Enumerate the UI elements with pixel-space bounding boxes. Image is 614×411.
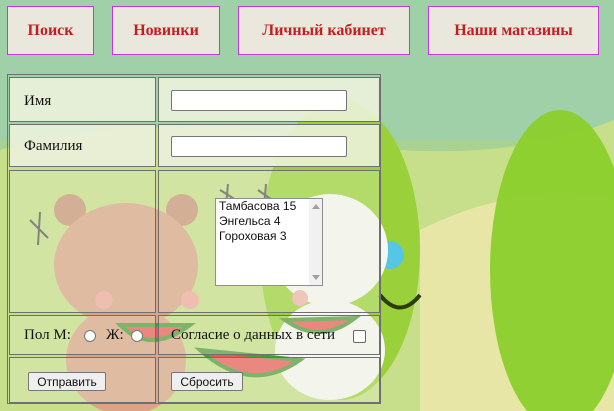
stores-cell: Тамбасова 15 Энгельса 4 Гороховая 3 <box>158 170 380 313</box>
gender-male-radio[interactable] <box>84 330 96 342</box>
stores-empty-cell <box>9 170 156 313</box>
listbox-scrollbar[interactable] <box>309 199 322 285</box>
gender-cell: Пол М: Ж: <box>9 315 156 355</box>
store-option[interactable]: Гороховая 3 <box>216 229 322 244</box>
store-option[interactable]: Тамбасова 15 <box>216 199 322 214</box>
submit-button[interactable]: Отправить <box>28 372 106 391</box>
consent-cell: Согласие о данных в сети <box>158 315 380 355</box>
name-input-cell <box>158 77 380 122</box>
submit-cell: Отправить <box>9 357 156 403</box>
gender-label: Пол М: <box>24 327 71 343</box>
female-label: Ж: <box>106 327 124 343</box>
reset-button[interactable]: Сбросить <box>171 372 243 391</box>
reset-cell: Сбросить <box>158 357 380 403</box>
surname-input-cell <box>158 124 380 167</box>
nav-new-arrivals[interactable]: Новинки <box>112 6 220 55</box>
name-label-cell: Имя <box>9 77 156 122</box>
store-option[interactable]: Энгельса 4 <box>216 214 322 229</box>
nav-search[interactable]: Поиск <box>7 6 94 55</box>
stores-listbox[interactable]: Тамбасова 15 Энгельса 4 Гороховая 3 <box>215 198 323 286</box>
surname-label-cell: Фамилия <box>9 124 156 167</box>
registration-form: Имя Фамилия Тамбасова 15 Энгельса 4 Горо… <box>7 74 381 404</box>
surname-label: Фамилия <box>24 138 83 154</box>
scroll-down-arrow-icon[interactable] <box>312 275 320 280</box>
consent-checkbox[interactable] <box>353 330 366 343</box>
name-label: Имя <box>24 93 52 109</box>
surname-input[interactable] <box>171 136 347 157</box>
name-input[interactable] <box>171 90 347 111</box>
top-navigation: Поиск Новинки Личный кабинет Наши магази… <box>0 0 614 70</box>
consent-label: Согласие о данных в сети <box>171 327 335 343</box>
scroll-up-arrow-icon[interactable] <box>312 204 320 209</box>
gender-female-radio[interactable] <box>131 330 143 342</box>
nav-personal-account[interactable]: Личный кабинет <box>238 6 410 55</box>
nav-our-stores[interactable]: Наши магазины <box>428 6 599 55</box>
